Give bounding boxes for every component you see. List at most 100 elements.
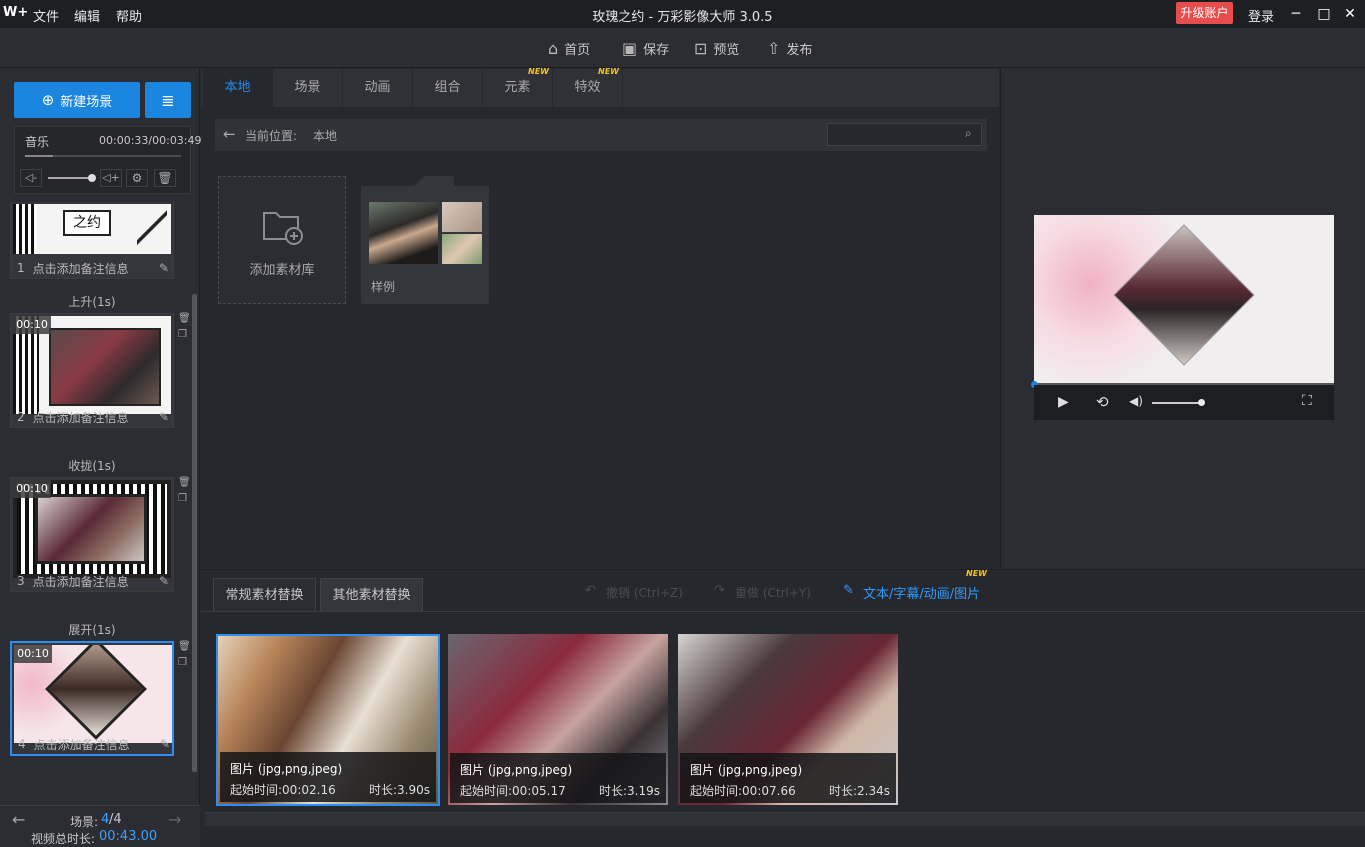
asset-duration: 时长:3.19s (598, 784, 660, 798)
copy-scene-icon[interactable]: ❐ (178, 657, 187, 668)
scene-list-scrollbar[interactable] (192, 294, 197, 772)
transition-label-2[interactable]: 收拢(1s) (0, 457, 184, 474)
delete-scene-icon[interactable]: 🗑 (178, 313, 191, 324)
copy-scene-icon[interactable]: ❐ (178, 329, 187, 340)
music-list-button[interactable]: ≣ (145, 82, 191, 118)
asset-info: 图片 (jpg,png,jpeg) 起始时间:00:05.17 时长:3.19s (450, 753, 666, 803)
divider (201, 611, 1365, 612)
scene-note[interactable]: 点击添加备注信息 (33, 260, 129, 277)
music-box: 音乐 00:00:33/00:03:49 ◁- ◁+ ⚙ 🗑 (14, 126, 202, 194)
transition-label-3[interactable]: 展开(1s) (0, 621, 184, 638)
volume-down-icon[interactable]: ◁- (20, 169, 42, 187)
fullscreen-icon[interactable]: ⛶ (1302, 393, 1312, 409)
asset-type: 图片 (jpg,png,jpeg) (230, 762, 343, 776)
asset-scrollbar[interactable] (205, 812, 1365, 826)
back-arrow-icon[interactable]: ← (223, 125, 236, 143)
video-preview[interactable] (1034, 215, 1334, 385)
tab-scene[interactable]: 场景 (273, 69, 343, 107)
login-button[interactable]: 登录 (1248, 6, 1274, 25)
undo-icon[interactable]: ↶ (585, 583, 596, 598)
replay-icon[interactable]: ⟲ (1096, 393, 1109, 411)
pencil-icon[interactable]: ✎ (843, 583, 854, 598)
preview-volume-slider[interactable] (1152, 399, 1205, 406)
tab-regular-replace[interactable]: 常规素材替换 (213, 578, 316, 612)
search-icon[interactable]: ⌕ (965, 126, 972, 141)
scene-footer: 3 点击添加备注信息 ✎ (17, 573, 169, 589)
edit-note-icon[interactable]: ✎ (159, 410, 169, 424)
scene-index: 1 (17, 261, 25, 275)
scene-index: 2 (17, 410, 25, 424)
main-toolbar: ⌂ 首页 ▣ 保存 ⊡ 预览 ⇧ 发布 (0, 28, 1365, 68)
new-scene-button[interactable]: ⊕ 新建场景 (14, 82, 140, 118)
volume-knob[interactable] (88, 174, 96, 182)
asset-duration: 时长:2.34s (828, 784, 890, 798)
upgrade-account-button[interactable]: 升级账户 (1176, 2, 1233, 24)
music-progress-track[interactable] (25, 155, 181, 157)
delete-icon[interactable]: 🗑 (154, 169, 176, 187)
music-list-icon: ≣ (161, 90, 175, 110)
new-badge: NEW (966, 569, 987, 578)
scene-note[interactable]: 点击添加备注信息 (33, 573, 129, 590)
scene-note[interactable]: 点击添加备注信息 (34, 736, 130, 753)
home-button[interactable]: ⌂ 首页 (548, 37, 590, 59)
play-icon[interactable]: ▶ (1058, 394, 1069, 410)
plus-circle-icon: ⊕ (41, 91, 55, 109)
save-button[interactable]: ▣ 保存 (622, 37, 669, 59)
window-title: 玫瑰之约 - 万彩影像大师 3.0.5 (592, 10, 773, 25)
asset-type: 图片 (jpg,png,jpeg) (690, 763, 803, 777)
add-library-label: 添加素材库 (249, 263, 315, 278)
edit-note-icon[interactable]: ✎ (160, 737, 170, 751)
scene-note[interactable]: 点击添加备注信息 (33, 409, 129, 426)
publish-label: 发布 (786, 42, 813, 58)
scene-thumbnail: 之约 (13, 204, 171, 254)
save-label: 保存 (643, 42, 670, 58)
maximize-button[interactable]: □ (1314, 4, 1334, 24)
scene-card-2[interactable]: 00:10 2 点击添加备注信息 ✎ (10, 313, 174, 428)
asset-card-1[interactable]: 图片 (jpg,png,jpeg) 起始时间:00:02.16 时长:3.90s (216, 634, 440, 806)
tab-other-replace[interactable]: 其他素材替换 (320, 578, 423, 612)
volume-slider[interactable] (48, 174, 96, 182)
edit-note-icon[interactable]: ✎ (159, 261, 169, 275)
tab-local[interactable]: 本地 (203, 69, 273, 107)
transition-label-1[interactable]: 上升(1s) (0, 293, 184, 310)
sample-photo-hands (442, 202, 482, 232)
asset-type: 图片 (jpg,png,jpeg) (460, 763, 573, 777)
minimize-button[interactable]: ─ (1286, 4, 1306, 24)
close-button[interactable]: ✕ (1340, 4, 1360, 24)
tab-animation[interactable]: 动画 (343, 69, 413, 107)
scene-footer: 1 点击添加备注信息 ✎ (17, 260, 169, 276)
scene-card-1[interactable]: 之约 1 点击添加备注信息 ✎ (10, 202, 174, 279)
edit-note-icon[interactable]: ✎ (159, 574, 169, 588)
preview-volume-knob[interactable] (1198, 399, 1205, 406)
next-scene-arrow-icon[interactable]: → (168, 810, 181, 829)
undo-button[interactable]: 撤销 (Ctrl+Z) (606, 584, 683, 601)
tab-combo[interactable]: 组合 (413, 69, 483, 107)
add-library-button[interactable]: 添加素材库 (218, 176, 346, 304)
redo-button[interactable]: 重做 (Ctrl+Y) (735, 584, 811, 601)
publish-button[interactable]: ⇧ 发布 (767, 37, 812, 59)
volume-up-icon[interactable]: ◁+ (100, 169, 122, 187)
prev-scene-arrow-icon[interactable]: ← (12, 810, 25, 829)
volume-icon[interactable]: ◀) (1129, 394, 1143, 408)
asset-card-3[interactable]: 图片 (jpg,png,jpeg) 起始时间:00:07.66 时长:2.34s (678, 634, 898, 805)
sample-folder[interactable]: 样例 (361, 186, 489, 304)
total-duration-label: 视频总时长: (31, 832, 96, 846)
new-badge: NEW (528, 67, 549, 76)
delete-scene-icon[interactable]: 🗑 (178, 641, 191, 652)
asset-info: 图片 (jpg,png,jpeg) 起始时间:00:02.16 时长:3.90s (220, 752, 436, 802)
scene-card-4[interactable]: 00:10 4 点击添加备注信息 ✎ (10, 641, 174, 756)
redo-icon[interactable]: ↷ (714, 583, 725, 598)
scene-card-3[interactable]: 00:10 3 点击添加备注信息 ✎ (10, 477, 174, 592)
copy-scene-icon[interactable]: ❐ (178, 493, 187, 504)
asset-card-2[interactable]: 图片 (jpg,png,jpeg) 起始时间:00:05.17 时长:3.19s (448, 634, 668, 805)
preview-label: 预览 (713, 42, 740, 58)
delete-scene-icon[interactable]: 🗑 (178, 477, 191, 488)
music-time: 00:00:33/00:03:49 (99, 134, 202, 147)
breadcrumb-value: 本地 (313, 129, 338, 143)
video-controls: ▶ ⟲ ◀) ⛶ (1034, 385, 1334, 420)
preview-button[interactable]: ⊡ 预览 (694, 37, 739, 59)
search-input[interactable] (827, 123, 982, 146)
text-edit-button[interactable]: 文本/字幕/动画/图片 (863, 583, 980, 602)
settings-gear-icon[interactable]: ⚙ (126, 169, 148, 187)
add-folder-icon (263, 212, 303, 245)
